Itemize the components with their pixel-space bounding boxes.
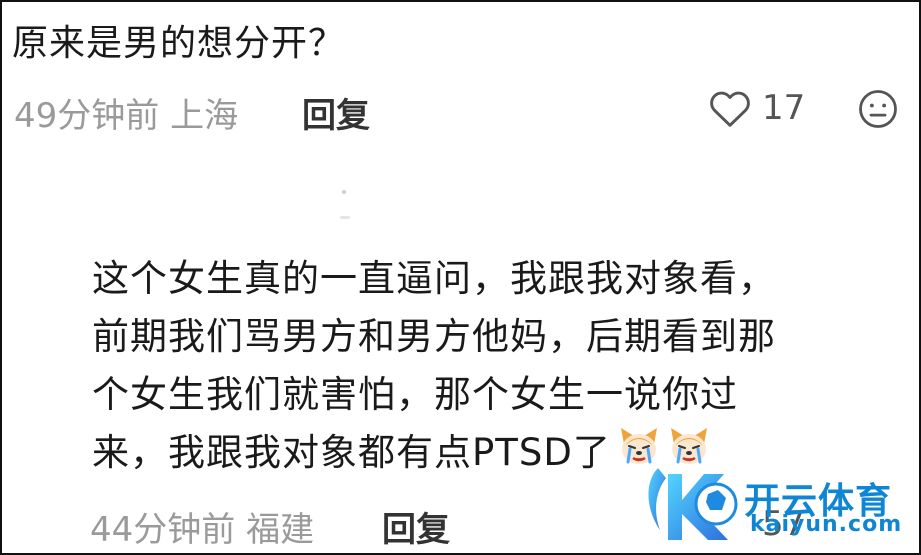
top-comment-meta: 49分钟前 上海 回复 17 xyxy=(14,88,909,137)
top-comment-time-location: 49分钟前 上海 xyxy=(14,96,239,136)
heart-outline-icon xyxy=(710,91,750,127)
reply-comment-body: 这个女生真的一直逼问，我跟我对象看， 前期我们骂男方和男方他妈，后期看到那 个女… xyxy=(92,250,892,485)
decorative-dash xyxy=(340,216,350,219)
top-comment-like-button[interactable]: 17 xyxy=(708,88,805,128)
reply-line: 个女生我们就害怕，那个女生一说你过 xyxy=(92,373,738,416)
watermark-text-en: kaiyun.com xyxy=(750,512,903,537)
comment-panel: 原来是男的想分开？ 49分钟前 上海 回复 17 这个女生真的一直逼问，我跟我对… xyxy=(0,0,921,555)
reply-line: 前期我们骂男方和男方他妈，后期看到那 xyxy=(92,315,776,358)
neutral-face-icon[interactable] xyxy=(857,88,899,130)
top-comment-reply-button[interactable]: 回复 xyxy=(302,88,370,137)
reply-line: 这个女生真的一直逼问，我跟我对象看， xyxy=(92,257,776,300)
top-comment-like-count: 17 xyxy=(762,88,806,128)
reply-comment-reply-button[interactable]: 回复 xyxy=(382,502,450,551)
top-comment-text: 原来是男的想分开？ xyxy=(12,23,346,64)
reply-line-text: 来，我跟我对象都有点PTSD了 xyxy=(92,431,611,474)
decorative-dot xyxy=(342,190,346,194)
reply-comment-time-location: 44分钟前 福建 xyxy=(90,510,315,550)
